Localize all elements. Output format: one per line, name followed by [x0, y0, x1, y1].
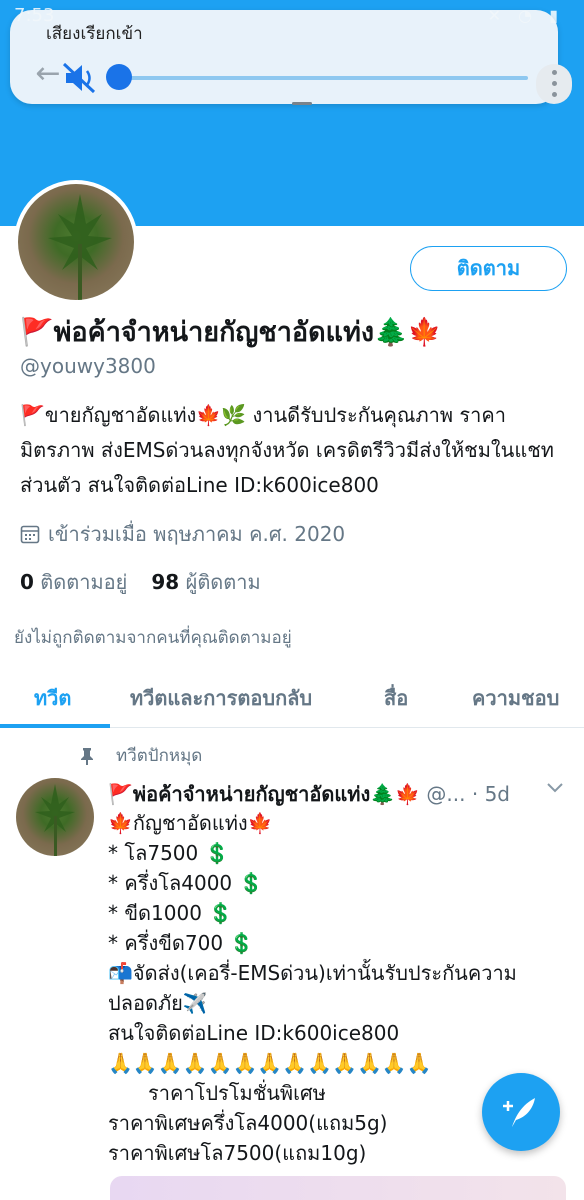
- tweet-line: * ครึ่งโล4000 💲: [108, 871, 264, 895]
- tab-tweets[interactable]: ทวีต: [34, 682, 71, 714]
- tab-likes[interactable]: ความชอบ: [472, 682, 559, 714]
- pinned-tweet-label: ทวีตปักหมุด: [80, 742, 202, 769]
- tweet-line: สนใจติดต่อLine ID:k600ice800: [108, 1021, 400, 1045]
- tweet-line: 🙏🙏🙏🙏🙏🙏🙏🙏🙏🙏🙏🙏🙏: [108, 1051, 432, 1075]
- tweet-line: * โล7500 💲: [108, 841, 230, 865]
- volume-panel: เสียงเรียกเข้า ←: [10, 10, 572, 105]
- profile-avatar[interactable]: [14, 180, 138, 304]
- follow-stats: 0 ติดตามอยู่ 98 ผู้ติดตาม: [20, 566, 261, 598]
- chevron-down-icon[interactable]: [546, 782, 564, 794]
- calendar-icon: [20, 525, 40, 544]
- not-followed-note: ยังไม่ถูกติดตามจากคนที่คุณติดตามอยู่: [14, 628, 292, 648]
- tweet-header: 🚩พ่อค้าจำหน่ายกัญชาอัดแท่ง🌲🍁 @... · 5d: [108, 778, 538, 810]
- joined-date-text: เข้าร่วมเมื่อ พฤษภาคม ค.ศ. 2020: [48, 522, 346, 546]
- following-link[interactable]: 0 ติดตามอยู่: [20, 570, 127, 594]
- following-label: ติดตามอยู่: [40, 570, 128, 594]
- volume-slider-track[interactable]: [118, 76, 528, 80]
- tweet-line: 📬จัดส่ง(เคอรี่-EMSด่วน)เท่านั้นรับประกัน…: [108, 961, 517, 985]
- tweet-line: 🍁กัญชาอัดแท่ง🍁: [108, 811, 273, 835]
- tweet-author-avatar[interactable]: [16, 778, 94, 856]
- volume-mute-icon[interactable]: [60, 58, 100, 98]
- volume-slider-thumb[interactable]: [106, 64, 132, 90]
- followers-label: ผู้ติดตาม: [185, 570, 261, 594]
- volume-panel-title: เสียงเรียกเข้า: [46, 24, 143, 44]
- followers-link[interactable]: 98 ผู้ติดตาม: [151, 570, 260, 594]
- compose-tweet-button[interactable]: [482, 1073, 560, 1151]
- tab-media[interactable]: สื่อ: [384, 682, 408, 714]
- follow-button[interactable]: ติดตาม: [410, 246, 567, 291]
- panel-handle[interactable]: [292, 102, 312, 105]
- more-options-icon[interactable]: [536, 64, 572, 104]
- profile-display-name: 🚩พ่อค้าจำหน่ายกัญชาอัดแท่ง🌲🍁: [20, 317, 442, 348]
- pinned-text: ทวีตปักหมุด: [116, 746, 203, 766]
- compose-feather-icon: [503, 1098, 535, 1127]
- tweet-line: * ครึ่งขีด700 💲: [108, 931, 255, 955]
- active-tab-indicator: [0, 724, 110, 728]
- profile-tabs: ทวีต ทวีตและการตอบกลับ สื่อ ความชอบ: [0, 668, 584, 728]
- tab-tweets-and-replies[interactable]: ทวีตและการตอบกลับ: [130, 682, 312, 714]
- media-preview-strip[interactable]: [110, 1176, 566, 1200]
- pin-icon: [81, 747, 93, 765]
- profile-bio: 🚩ขายกัญชาอัดแท่ง🍁🌿 งานดีรับประกันคุณภาพ …: [20, 403, 554, 497]
- tweet-author-name[interactable]: 🚩พ่อค้าจำหน่ายกัญชาอัดแท่ง🌲🍁: [108, 782, 420, 806]
- following-count: 0: [20, 570, 34, 594]
- tweet-line: * ขีด1000 💲: [108, 901, 234, 925]
- joined-date: เข้าร่วมเมื่อ พฤษภาคม ค.ศ. 2020: [20, 518, 345, 550]
- tweet-time[interactable]: · 5d: [472, 782, 510, 806]
- followers-count: 98: [151, 570, 180, 594]
- tweet-author-handle[interactable]: @...: [426, 782, 465, 806]
- tweet-line: ปลอดภัย✈️: [108, 991, 208, 1015]
- profile-handle: @youwy3800: [20, 354, 156, 378]
